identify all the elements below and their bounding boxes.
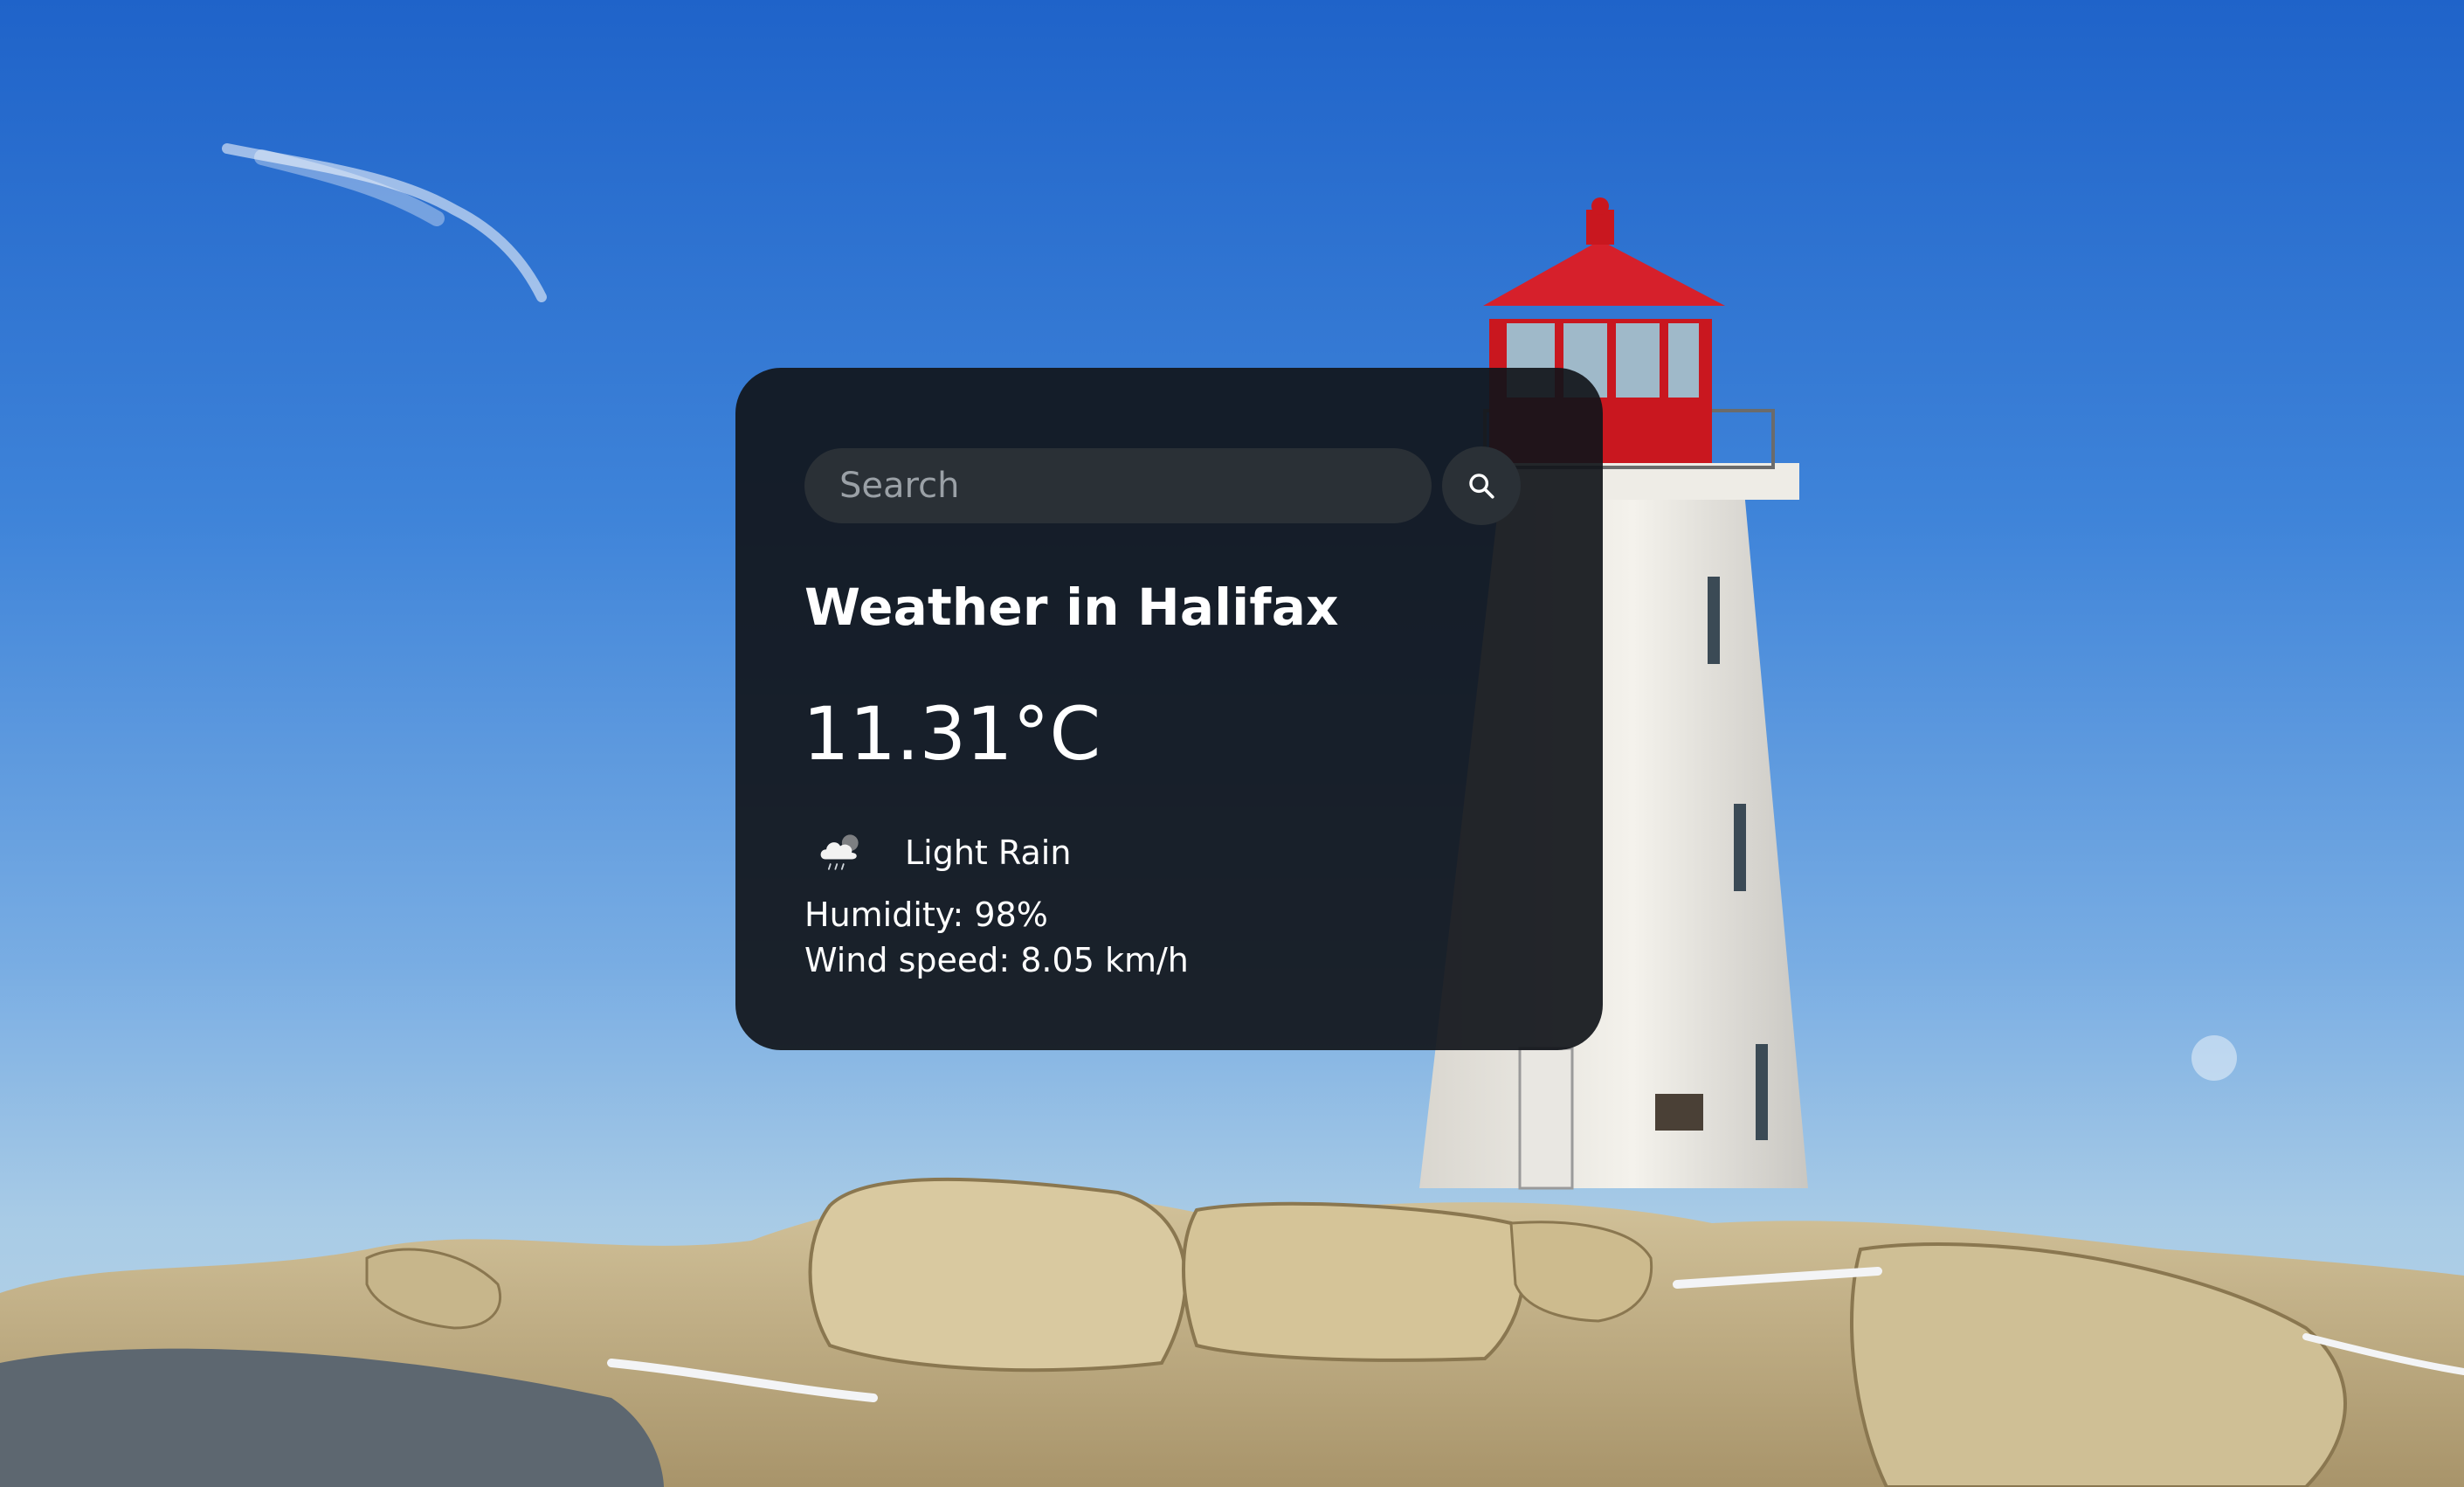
condition-label: Light Rain: [905, 833, 1072, 872]
weather-card: Weather in Halifax 11.31°C Light Rain Hu…: [735, 368, 1603, 1050]
search-icon: [1469, 474, 1494, 499]
wind-speed-text: Wind speed: 8.05 km/h: [804, 941, 1189, 979]
condition-row: Light Rain: [814, 826, 1071, 879]
humidity-text: Humidity: 98%: [804, 896, 1048, 934]
search-button[interactable]: [1442, 446, 1521, 525]
search-input[interactable]: [804, 448, 1432, 523]
search-bar: [804, 446, 1521, 525]
city-title: Weather in Halifax: [804, 578, 1339, 637]
cloud-rain-icon: [820, 834, 859, 870]
temperature-value: 11.31°C: [803, 691, 1101, 777]
